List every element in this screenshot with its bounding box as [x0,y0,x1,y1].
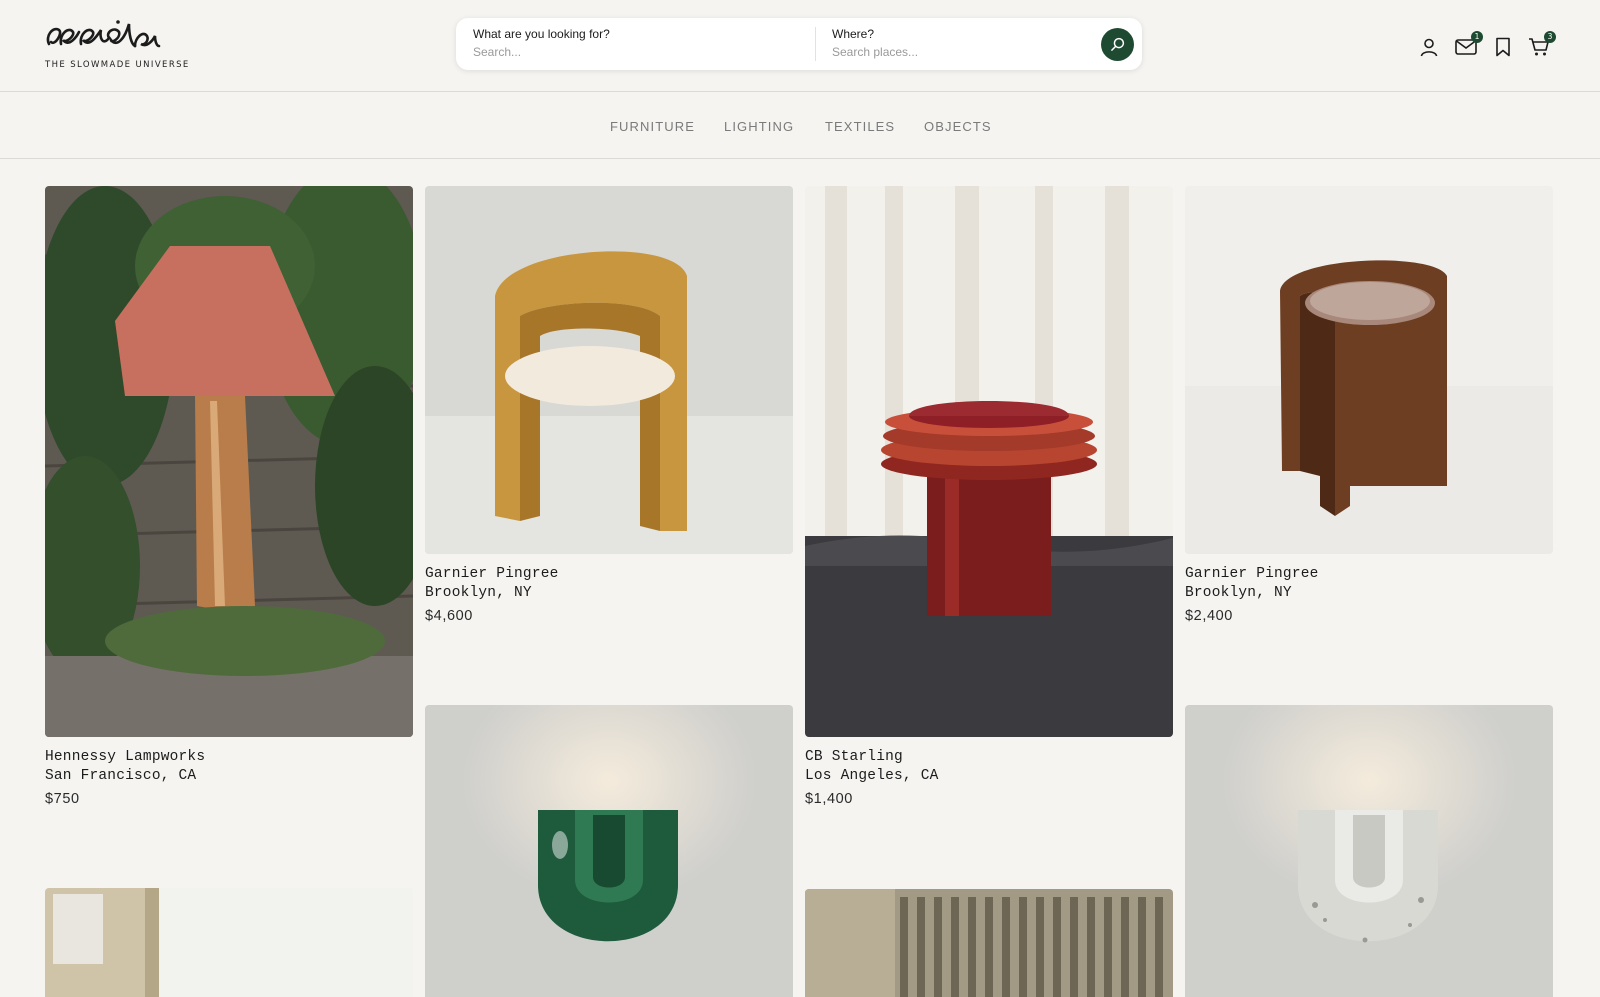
search-divider [815,27,816,61]
category-textiles[interactable]: TEXTILES [825,119,895,134]
search-what-label: What are you looking for? [473,27,610,41]
search-where-field[interactable]: Where? [832,18,1082,70]
search-where-input[interactable] [832,45,1082,59]
site-logo[interactable]: THE SLOWMADE UNIVERSE [45,18,190,70]
lamp-photo [45,186,413,737]
saved-button[interactable] [1490,34,1516,60]
radiator-photo [805,889,1173,997]
search-what-input[interactable] [473,45,803,59]
product-card[interactable]: CB Starling Los Angeles, CA $1,400 [805,186,1173,807]
stool-photo [805,186,1173,737]
sconce-green-photo [425,705,793,997]
search-what-field[interactable]: What are you looking for? [473,18,803,70]
bookmark-icon [1496,37,1510,57]
product-maker[interactable]: CB Starling [805,749,1173,765]
product-image[interactable] [425,705,793,997]
site-header: THE SLOWMADE UNIVERSE What are you looki… [0,0,1600,92]
product-image[interactable] [45,186,413,737]
messages-badge: 1 [1471,31,1483,43]
product-image[interactable] [45,888,413,997]
product-price: $4,600 [425,608,473,624]
product-price: $1,400 [805,791,853,807]
search-submit-button[interactable] [1101,28,1134,61]
user-icon [1420,38,1438,57]
messages-button[interactable]: 1 [1453,31,1483,60]
product-card[interactable]: Hennessy Lampworks San Francisco, CA $75… [45,186,413,807]
product-maker[interactable]: Hennessy Lampworks [45,749,413,765]
category-furniture[interactable]: FURNITURE [610,119,695,134]
search-where-label: Where? [832,27,875,41]
product-location: Brooklyn, NY [425,585,532,601]
product-location: Brooklyn, NY [1185,585,1292,601]
sconce-white-photo [1185,705,1553,997]
side-table-photo [1185,186,1553,554]
product-card[interactable]: Garnier Pingree Brooklyn, NY $2,400 [1185,186,1553,624]
logo-wordmark-icon [46,20,161,48]
product-price: $750 [45,791,80,807]
product-price: $2,400 [1185,608,1233,624]
product-card[interactable] [425,705,793,997]
product-card[interactable] [805,889,1173,997]
product-image[interactable] [425,186,793,554]
category-lighting[interactable]: LIGHTING [724,119,794,134]
product-image[interactable] [805,889,1173,997]
product-location: San Francisco, CA [45,768,197,784]
product-image[interactable] [805,186,1173,737]
product-maker[interactable]: Garnier Pingree [425,566,793,582]
product-image[interactable] [1185,186,1553,554]
product-maker[interactable]: Garnier Pingree [1185,566,1553,582]
category-objects[interactable]: OBJECTS [924,119,992,134]
product-card[interactable]: Garnier Pingree Brooklyn, NY $4,600 [425,186,793,624]
search-icon [1111,37,1125,51]
search-bar: What are you looking for? Where? [456,18,1142,70]
product-card[interactable] [45,888,413,997]
cart-badge: 3 [1544,31,1556,43]
product-location: Los Angeles, CA [805,768,939,784]
category-nav: FURNITURE LIGHTING TEXTILES OBJECTS [0,92,1600,159]
product-image[interactable] [1185,705,1553,997]
room-photo [45,888,413,997]
chair-photo [425,186,793,554]
cart-button[interactable]: 3 [1526,31,1556,60]
brand-tagline: THE SLOWMADE UNIVERSE [45,60,190,70]
product-card[interactable] [1185,705,1553,997]
account-button[interactable] [1416,34,1442,60]
